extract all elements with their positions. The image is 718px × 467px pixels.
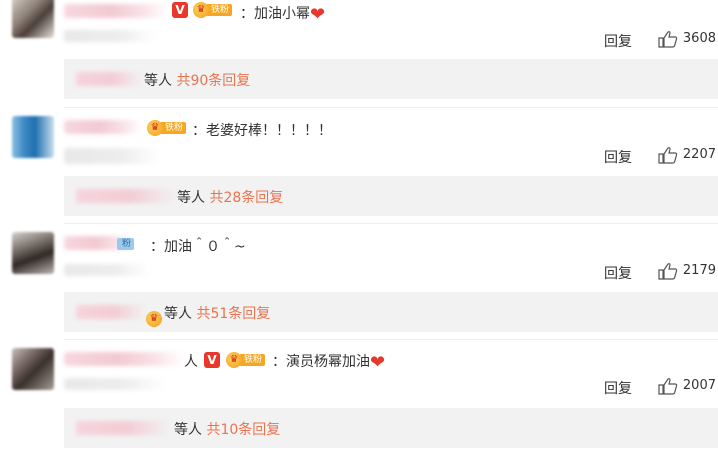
comment-time — [64, 264, 150, 276]
fan-crown-icon: ♛ — [193, 2, 209, 18]
comment-text: ：加油小幂❤ — [240, 3, 326, 25]
comment-item: 人 V ♛ 铁粉 ：演员杨幂加油❤ 回复 2007 等人 共10条回复 — [0, 346, 718, 467]
comment-item: V ♛ 铁粉 ：加油小幂❤ 回复 3608 等人 共90条回复 — [0, 0, 718, 103]
like-count: 3608 — [682, 31, 716, 46]
username[interactable] — [64, 4, 168, 18]
thumbs-up-icon[interactable] — [658, 30, 678, 48]
comment-time — [64, 30, 156, 42]
divider — [64, 339, 718, 340]
fan-crown-icon: ♛ — [147, 120, 163, 136]
thumbs-up-icon[interactable] — [658, 146, 678, 164]
reply-button[interactable]: 回复 — [604, 147, 632, 167]
thread-who: 等人 — [164, 306, 192, 322]
verified-v-icon[interactable]: V — [172, 2, 188, 18]
thread-usernames — [76, 72, 142, 86]
reply-button[interactable]: 回复 — [604, 263, 632, 283]
like-count: 2207 — [682, 147, 716, 162]
thread-summary[interactable]: 等人 共90条回复 — [144, 70, 250, 90]
verified-v-icon[interactable]: V — [204, 352, 220, 368]
fan-badge[interactable]: ♛ 铁粉 — [147, 120, 187, 136]
thread-who: 等人 — [174, 422, 202, 438]
fan-badge[interactable]: ♛ 铁粉 — [193, 2, 233, 18]
fan-badge[interactable]: 粉 — [117, 236, 146, 252]
divider — [64, 223, 718, 224]
like-count: 2007 — [682, 378, 716, 393]
heart-icon: ❤ — [370, 352, 386, 373]
comment-text: ：老婆好棒！！！！！ — [192, 120, 332, 140]
thread-usernames — [76, 189, 176, 203]
comment-time — [64, 148, 159, 164]
thread-summary[interactable]: 等人 共28条回复 — [177, 187, 283, 207]
comment-body: ：老婆好棒！！！！！ — [192, 123, 332, 139]
reply-thread-box[interactable]: 等人 共10条回复 — [64, 408, 718, 448]
avatar[interactable] — [12, 232, 54, 274]
thread-summary[interactable]: ♛ 等人 共51条回复 — [146, 303, 270, 327]
reply-button[interactable]: 回复 — [604, 31, 632, 51]
thumbs-up-icon[interactable] — [658, 262, 678, 280]
thread-count-link[interactable]: 共10条回复 — [206, 422, 280, 438]
thread-count-link[interactable]: 共28条回复 — [209, 190, 283, 206]
username[interactable] — [64, 120, 142, 134]
thumbs-up-icon[interactable] — [658, 377, 678, 395]
comment-text: ：加油＾０＾~ — [150, 236, 246, 256]
fan-badge-label: 铁粉 — [239, 354, 266, 366]
fan-badge-label: 铁粉 — [206, 4, 233, 16]
reply-thread-box[interactable]: 等人 共90条回复 — [64, 59, 718, 99]
thread-summary[interactable]: 等人 共10条回复 — [174, 419, 280, 439]
comment-item: ♛ 铁粉 ：老婆好棒！！！！！ 回复 2207 等人 共28条回复 — [0, 116, 718, 226]
like-count: 2179 — [682, 263, 716, 278]
comment-body: ：演员杨幂加油 — [272, 354, 370, 370]
thread-count-link[interactable]: 共51条回复 — [196, 306, 270, 322]
avatar[interactable] — [12, 116, 54, 158]
comment-body: ：加油＾０＾~ — [150, 239, 246, 255]
comment-body: ：加油小幂 — [240, 6, 310, 22]
comment-time — [64, 378, 164, 390]
fan-badge-label: 铁粉 — [160, 122, 187, 134]
comment-item: 粉 ：加油＾０＾~ 回复 2179 ♛ 等人 共51条回复 — [0, 232, 718, 342]
comment-text: ：演员杨幂加油❤ — [272, 351, 386, 373]
username[interactable] — [64, 352, 184, 366]
fan-badge[interactable]: ♛ 铁粉 — [226, 352, 266, 368]
avatar[interactable] — [12, 348, 54, 390]
reply-thread-box[interactable]: ♛ 等人 共51条回复 — [64, 292, 718, 332]
reply-button[interactable]: 回复 — [604, 378, 632, 398]
heart-icon: ❤ — [310, 4, 326, 25]
fan-crown-icon: ♛ — [226, 352, 242, 368]
thread-who: 等人 — [144, 73, 172, 89]
avatar[interactable] — [12, 0, 54, 38]
reply-thread-box[interactable]: 等人 共28条回复 — [64, 176, 718, 216]
divider — [64, 107, 718, 108]
fan-badge-label: 粉 — [117, 238, 135, 250]
thread-who: 等人 — [177, 190, 205, 206]
thread-count-link[interactable]: 共90条回复 — [176, 73, 250, 89]
username-tail: 人 — [184, 354, 198, 370]
thread-usernames — [76, 421, 170, 435]
thread-usernames — [76, 305, 146, 319]
fan-crown-icon: ♛ — [146, 311, 162, 327]
